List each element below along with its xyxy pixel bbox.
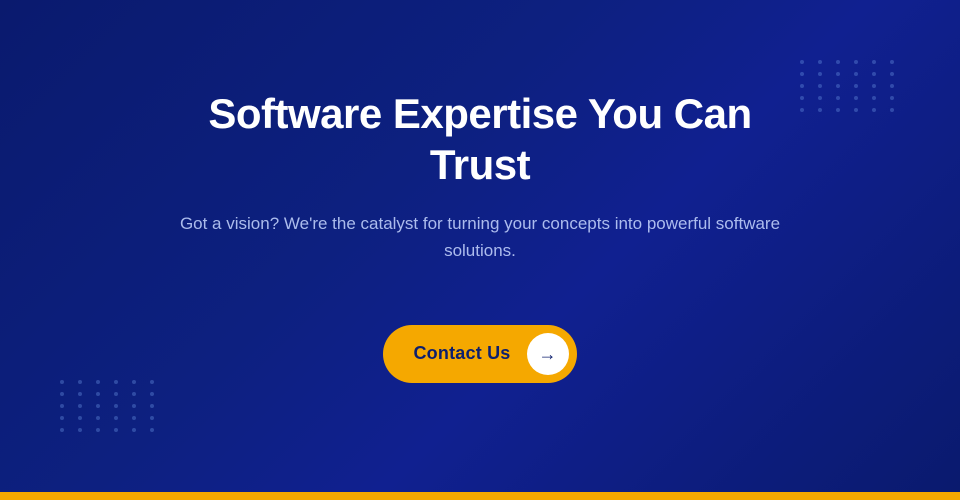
arrow-icon: → [539, 345, 557, 363]
page-wrapper: Software Expertise You Can Trust Got a v… [0, 0, 960, 500]
hero-section: Software Expertise You Can Trust Got a v… [0, 0, 960, 492]
hero-content: Software Expertise You Can Trust Got a v… [120, 89, 840, 382]
bottom-bar [0, 492, 960, 500]
contact-us-button[interactable]: Contact Us → [383, 325, 576, 383]
hero-subtitle: Got a vision? We're the catalyst for tur… [160, 210, 800, 264]
hero-title: Software Expertise You Can Trust [160, 89, 800, 190]
dots-bottom-left [60, 380, 160, 432]
cta-label: Contact Us [413, 343, 526, 364]
arrow-circle: → [527, 333, 569, 375]
